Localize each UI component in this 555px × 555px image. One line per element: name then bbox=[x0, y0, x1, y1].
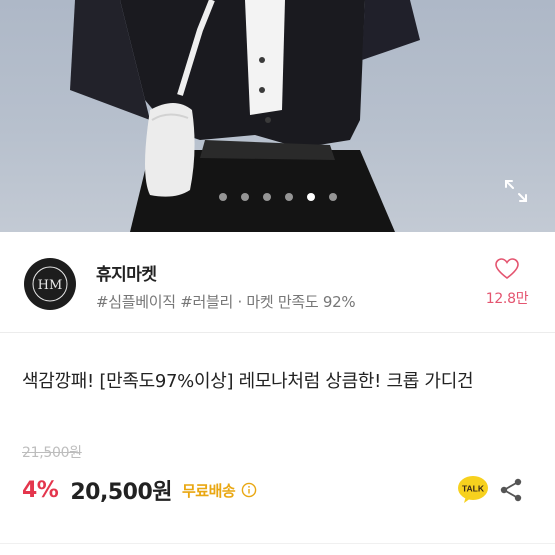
divider bbox=[0, 543, 555, 544]
seller-logo-icon: HM bbox=[32, 266, 68, 302]
svg-text:TALK: TALK bbox=[462, 484, 485, 494]
carousel-dot[interactable] bbox=[284, 193, 293, 201]
kakaotalk-share-icon[interactable]: TALK bbox=[457, 475, 489, 505]
seller-section[interactable]: HM 휴지마켓 #심플베이직 #러블리 · 마켓 만족도 92% 12.8만 bbox=[0, 232, 555, 333]
like-button[interactable]: 12.8만 bbox=[478, 258, 536, 308]
product-image[interactable] bbox=[0, 0, 555, 232]
sale-price: 20,500원 bbox=[70, 480, 172, 505]
seller-avatar[interactable]: HM bbox=[24, 258, 76, 310]
free-shipping-label: 무료배송 bbox=[182, 481, 236, 500]
original-price: 21,500원 bbox=[22, 445, 82, 461]
carousel-dot[interactable] bbox=[240, 193, 249, 201]
svg-text:HM: HM bbox=[38, 278, 63, 293]
product-title: 색감깡패! [만족도97%이상] 레모나처럼 상큼한! 크롭 가디건 bbox=[22, 371, 474, 392]
carousel-dot[interactable] bbox=[262, 193, 271, 201]
carousel-dot[interactable] bbox=[218, 193, 227, 201]
carousel-dot[interactable] bbox=[328, 193, 337, 201]
price-row: 4% 20,500원 무료배송 bbox=[22, 475, 257, 505]
seller-name[interactable]: 휴지마켓 bbox=[96, 260, 157, 285]
carousel-indicator[interactable] bbox=[0, 193, 555, 201]
info-icon[interactable] bbox=[241, 482, 257, 498]
like-count: 12.8만 bbox=[485, 291, 529, 307]
seller-tags: #심플베이직 #러블리 · 마켓 만족도 92% bbox=[96, 293, 356, 311]
share-icon[interactable] bbox=[498, 477, 524, 503]
heart-icon bbox=[495, 258, 519, 280]
discount-rate: 4% bbox=[22, 477, 59, 503]
carousel-dot-active[interactable] bbox=[306, 193, 315, 201]
expand-icon[interactable] bbox=[503, 178, 529, 204]
